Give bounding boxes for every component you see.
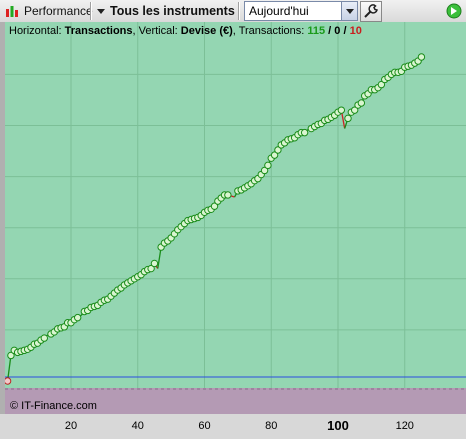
x-tick-label: 100 bbox=[327, 418, 349, 433]
toolbar-separator bbox=[238, 2, 240, 20]
chevron-down-icon bbox=[346, 9, 354, 14]
data-point bbox=[337, 106, 346, 114]
sep1: / bbox=[325, 25, 335, 37]
data-point bbox=[264, 161, 272, 170]
green-arrow-icon[interactable] bbox=[446, 3, 462, 19]
toolbar: Performance Tous les instruments Aujourd… bbox=[0, 0, 466, 23]
sep2: / bbox=[340, 25, 350, 37]
x-axis: 20 40 60 80 100 120 bbox=[0, 414, 466, 439]
copyright-text: © IT-Finance.com bbox=[10, 400, 97, 412]
x-tick-label: 60 bbox=[198, 420, 211, 432]
horizontal-prefix: Horizontal: bbox=[9, 25, 65, 37]
toolbar-separator bbox=[90, 2, 92, 20]
data-point bbox=[40, 334, 48, 342]
transactions-total: 115 bbox=[307, 25, 326, 37]
data-point bbox=[150, 259, 159, 268]
vertical-prefix: , Vertical: bbox=[132, 25, 181, 37]
wrench-icon bbox=[364, 4, 378, 18]
data-point bbox=[344, 114, 352, 123]
performance-label[interactable]: Performance bbox=[24, 0, 93, 22]
performance-icon[interactable] bbox=[5, 4, 19, 18]
x-tick-label: 120 bbox=[395, 420, 414, 432]
settings-button[interactable] bbox=[360, 1, 382, 22]
data-point bbox=[5, 377, 12, 385]
equity-chart bbox=[5, 22, 466, 414]
transactions-prefix: , Transactions: bbox=[232, 25, 308, 37]
date-select-dropdown-button[interactable] bbox=[341, 2, 357, 20]
vertical-value: Devise (€) bbox=[180, 25, 233, 37]
data-point bbox=[73, 313, 82, 322]
plot-area bbox=[5, 22, 466, 388]
data-point bbox=[417, 53, 426, 61]
chart-header: Horizontal: Transactions, Vertical: Devi… bbox=[9, 25, 362, 37]
instruments-menu[interactable]: Tous les instruments bbox=[110, 0, 235, 22]
transactions-losses: 10 bbox=[349, 25, 362, 37]
date-range-select[interactable]: Aujourd'hui bbox=[244, 1, 358, 21]
chevron-down-icon[interactable] bbox=[97, 9, 105, 14]
x-tick-label: 20 bbox=[64, 420, 78, 432]
data-point bbox=[300, 128, 309, 137]
x-tick-label: 80 bbox=[265, 420, 278, 432]
data-point bbox=[224, 191, 232, 199]
x-tick-label: 40 bbox=[131, 420, 144, 432]
data-point bbox=[357, 99, 366, 107]
chart-panel: Horizontal: Transactions, Vertical: Devi… bbox=[5, 22, 466, 414]
date-select-value: Aujourd'hui bbox=[249, 4, 309, 18]
horizontal-value: Transactions bbox=[64, 25, 133, 37]
